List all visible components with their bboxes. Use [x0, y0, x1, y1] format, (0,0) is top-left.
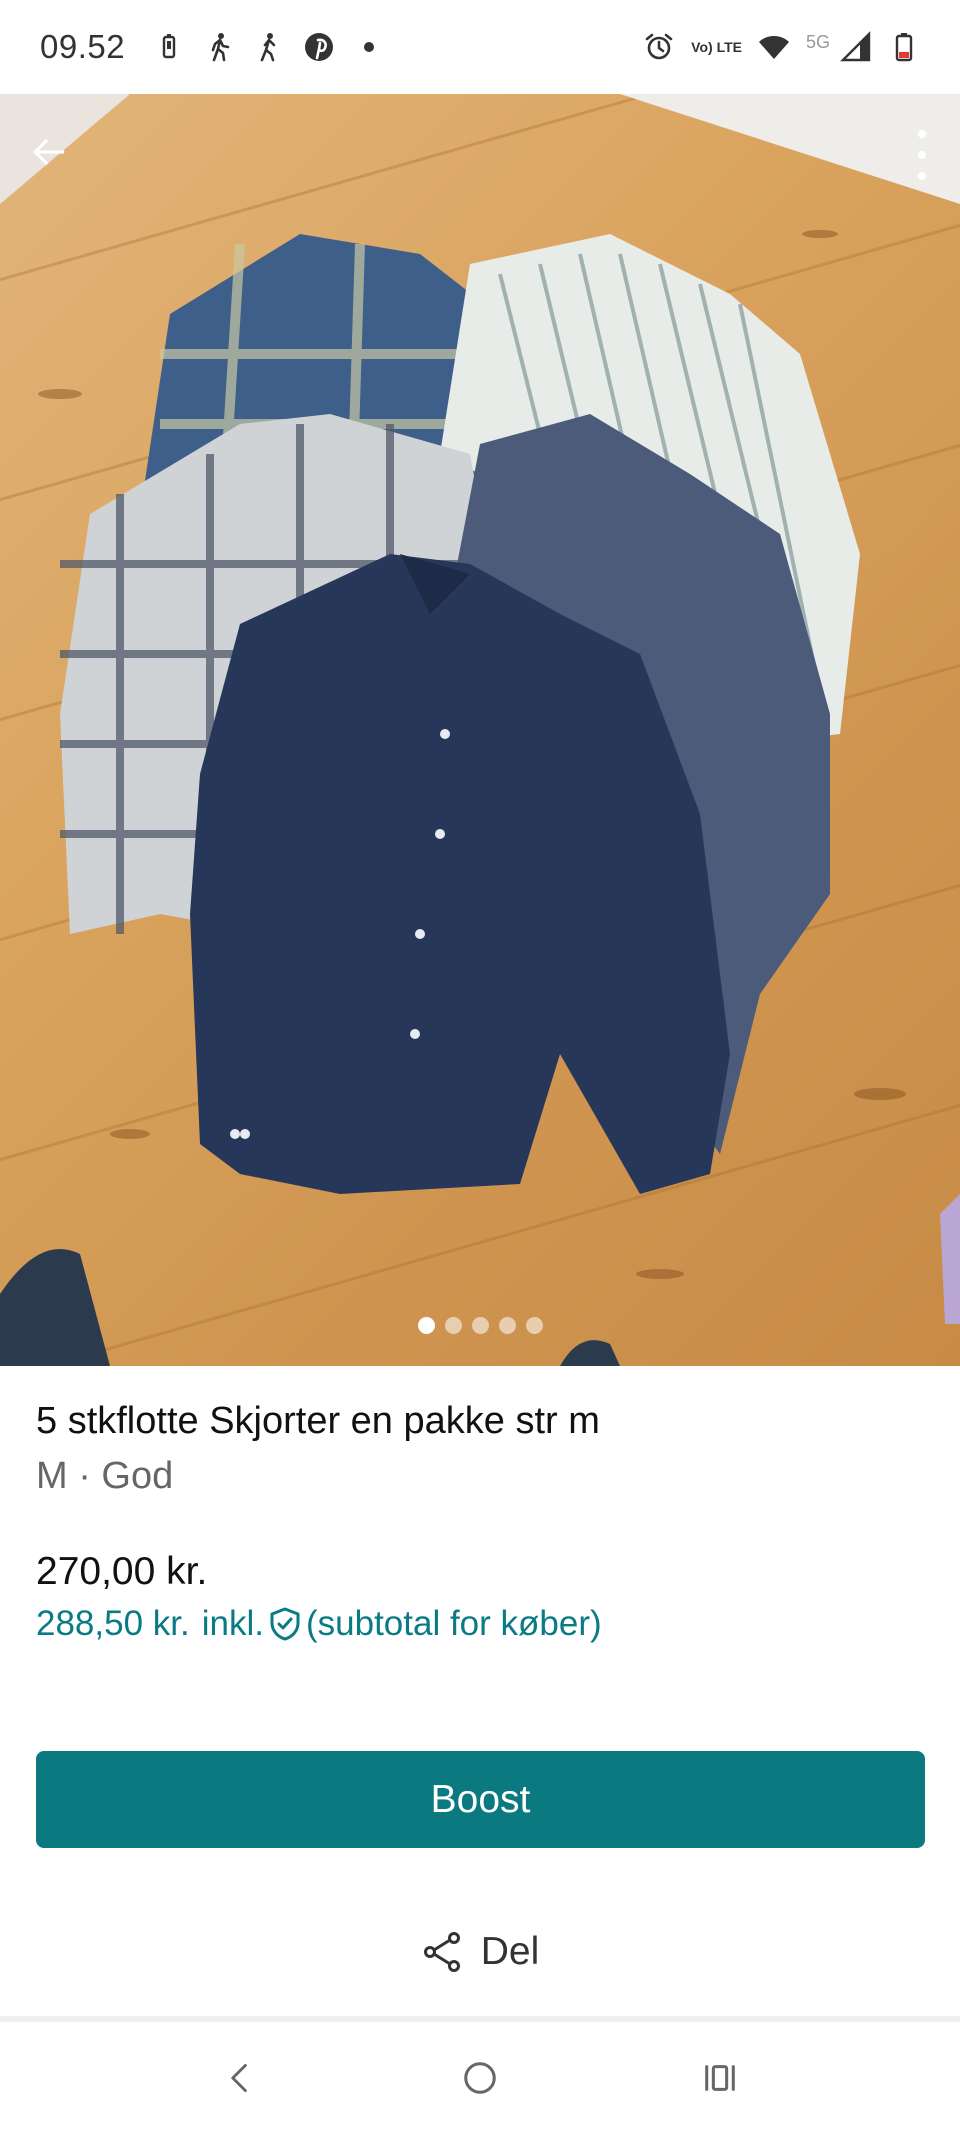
system-icons: Vo) LTE 5G	[643, 31, 920, 63]
home-circle-icon	[464, 2061, 496, 2094]
buyer-price-value: 288,50 kr.	[36, 1604, 190, 1643]
volte-icon: Vo) LTE	[691, 39, 742, 55]
battery-saver-icon	[153, 31, 185, 63]
alarm-icon	[643, 31, 675, 63]
share-icon	[423, 1932, 460, 1972]
nav-recents-button[interactable]	[690, 2048, 750, 2108]
listing-price: 270,00 kr.	[36, 1550, 208, 1593]
buyer-price-note: (subtotal for køber)	[305, 1604, 602, 1643]
arrow-left-icon	[33, 139, 65, 165]
notification-icons	[153, 31, 385, 63]
gallery-dot[interactable]	[417, 1317, 435, 1334]
status-bar: 09.52 Vo) LTE 5G	[0, 0, 960, 94]
buyer-total[interactable]: 288,50 kr. inkl. (subtotal for køber)	[36, 1604, 926, 1644]
signal-icon	[840, 31, 872, 63]
more-vert-icon	[918, 130, 926, 138]
listing-size-condition: M · God	[36, 1455, 174, 1497]
gallery-dot[interactable]	[525, 1317, 543, 1334]
gallery-dot[interactable]	[471, 1317, 489, 1334]
gallery-dot[interactable]	[444, 1317, 462, 1334]
status-time: 09.52	[40, 28, 126, 65]
listing-photo-gallery[interactable]	[0, 94, 960, 1366]
nav-home-button[interactable]	[450, 2048, 510, 2108]
network-type-label: 5G	[805, 31, 830, 52]
listing-title: 5 stkflotte Skjorter en pakke str m	[36, 1400, 600, 1442]
wifi-icon	[758, 31, 790, 63]
recents-icon	[705, 2064, 735, 2091]
share-button[interactable]: Del	[0, 1920, 960, 1984]
walking-icon	[203, 31, 235, 63]
battery-icon	[888, 31, 920, 63]
walking-icon	[253, 31, 285, 63]
system-navigation-bar	[0, 2022, 960, 2133]
gallery-dot[interactable]	[498, 1317, 516, 1334]
share-label: Del	[480, 1930, 540, 1973]
more-options-button[interactable]	[912, 130, 932, 180]
nav-back-button[interactable]	[210, 2048, 270, 2108]
chevron-left-icon	[231, 2063, 247, 2092]
pinterest-icon	[303, 31, 335, 63]
buyer-protection-shield-icon	[270, 1607, 300, 1641]
dot-icon	[353, 31, 385, 63]
boost-button[interactable]: Boost	[36, 1751, 925, 1848]
buyer-price-incl: inkl.	[201, 1604, 264, 1643]
listing-photo	[0, 94, 960, 1366]
gallery-pagination	[0, 1317, 960, 1334]
back-button[interactable]	[24, 128, 72, 176]
listing-info: 5 stkflotte Skjorter en pakke str m M · …	[36, 1400, 926, 1644]
